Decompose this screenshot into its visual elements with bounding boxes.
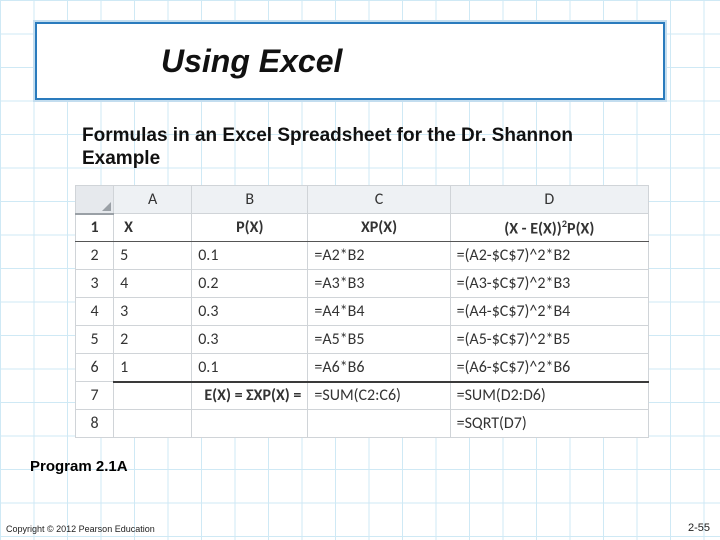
cell-A3[interactable]: 4 — [114, 270, 192, 298]
cell-D5[interactable]: =(A5-$C$7)^2*B5 — [450, 326, 648, 354]
table-row: 2 5 0.1 =A2*B2 =(A2-$C$7)^2*B2 — [76, 242, 649, 270]
table-row: 6 1 0.1 =A6*B6 =(A6-$C$7)^2*B6 — [76, 354, 649, 382]
cell-B2[interactable]: 0.1 — [192, 242, 308, 270]
table-row: 4 3 0.3 =A4*B4 =(A4-$C$7)^2*B4 — [76, 298, 649, 326]
cell-C3[interactable]: =A3*B3 — [308, 270, 450, 298]
cell-B6[interactable]: 0.1 — [192, 354, 308, 382]
cell-C5[interactable]: =A5*B5 — [308, 326, 450, 354]
row-header[interactable]: 4 — [76, 298, 114, 326]
cell-D1[interactable]: (X - E(X))2P(X) — [450, 214, 648, 242]
cell-A4[interactable]: 3 — [114, 298, 192, 326]
figure-caption: Program 2.1A — [30, 458, 128, 475]
select-all-corner[interactable] — [76, 186, 114, 214]
cell-B5[interactable]: 0.3 — [192, 326, 308, 354]
column-header-row: A B C D — [76, 186, 649, 214]
row-header[interactable]: 1 — [76, 214, 114, 242]
row-header[interactable]: 7 — [76, 382, 114, 410]
table-row: 5 2 0.3 =A5*B5 =(A5-$C$7)^2*B5 — [76, 326, 649, 354]
cell-C8[interactable] — [308, 410, 450, 438]
column-header-C[interactable]: C — [308, 186, 450, 214]
cell-D6[interactable]: =(A6-$C$7)^2*B6 — [450, 354, 648, 382]
cell-B7[interactable]: E(X) = ΣXP(X) = — [192, 382, 308, 410]
cell-B1[interactable]: P(X) — [192, 214, 308, 242]
cell-C2[interactable]: =A2*B2 — [308, 242, 450, 270]
cell-D4[interactable]: =(A4-$C$7)^2*B4 — [450, 298, 648, 326]
column-header-A[interactable]: A — [114, 186, 192, 214]
cell-D2[interactable]: =(A2-$C$7)^2*B2 — [450, 242, 648, 270]
row-header[interactable]: 2 — [76, 242, 114, 270]
cell-C1[interactable]: XP(X) — [308, 214, 450, 242]
cell-C4[interactable]: =A4*B4 — [308, 298, 450, 326]
table-row: 7 E(X) = ΣXP(X) = =SUM(C2:C6) =SUM(D2:D6… — [76, 382, 649, 410]
cell-C7[interactable]: =SUM(C2:C6) — [308, 382, 450, 410]
cell-A5[interactable]: 2 — [114, 326, 192, 354]
column-header-B[interactable]: B — [192, 186, 308, 214]
cell-D8[interactable]: =SQRT(D7) — [450, 410, 648, 438]
slide: Using Excel Formulas in an Excel Spreads… — [0, 0, 720, 540]
copyright-text: Copyright © 2012 Pearson Education — [6, 524, 155, 534]
cell-A1[interactable]: X — [114, 214, 192, 242]
column-header-D[interactable]: D — [450, 186, 648, 214]
cell-A8[interactable] — [114, 410, 192, 438]
row-header[interactable]: 3 — [76, 270, 114, 298]
cell-B4[interactable]: 0.3 — [192, 298, 308, 326]
title-bar: Using Excel — [35, 22, 665, 100]
row-header[interactable]: 8 — [76, 410, 114, 438]
table-row: 1 X P(X) XP(X) (X - E(X))2P(X) — [76, 214, 649, 242]
slide-title: Using Excel — [161, 43, 342, 80]
table-row: 3 4 0.2 =A3*B3 =(A3-$C$7)^2*B3 — [76, 270, 649, 298]
cell-A7[interactable] — [114, 382, 192, 410]
spreadsheet: A B C D 1 X P(X) XP(X) (X - E(X))2P(X) 2… — [75, 185, 649, 438]
table-row: 8 =SQRT(D7) — [76, 410, 649, 438]
slide-subheading: Formulas in an Excel Spreadsheet for the… — [82, 125, 642, 171]
cell-A2[interactable]: 5 — [114, 242, 192, 270]
cell-B8[interactable] — [192, 410, 308, 438]
row-header[interactable]: 5 — [76, 326, 114, 354]
cell-B3[interactable]: 0.2 — [192, 270, 308, 298]
page-number: 2-55 — [688, 522, 710, 534]
row-header[interactable]: 6 — [76, 354, 114, 382]
cell-D7[interactable]: =SUM(D2:D6) — [450, 382, 648, 410]
cell-D3[interactable]: =(A3-$C$7)^2*B3 — [450, 270, 648, 298]
cell-A6[interactable]: 1 — [114, 354, 192, 382]
cell-C6[interactable]: =A6*B6 — [308, 354, 450, 382]
